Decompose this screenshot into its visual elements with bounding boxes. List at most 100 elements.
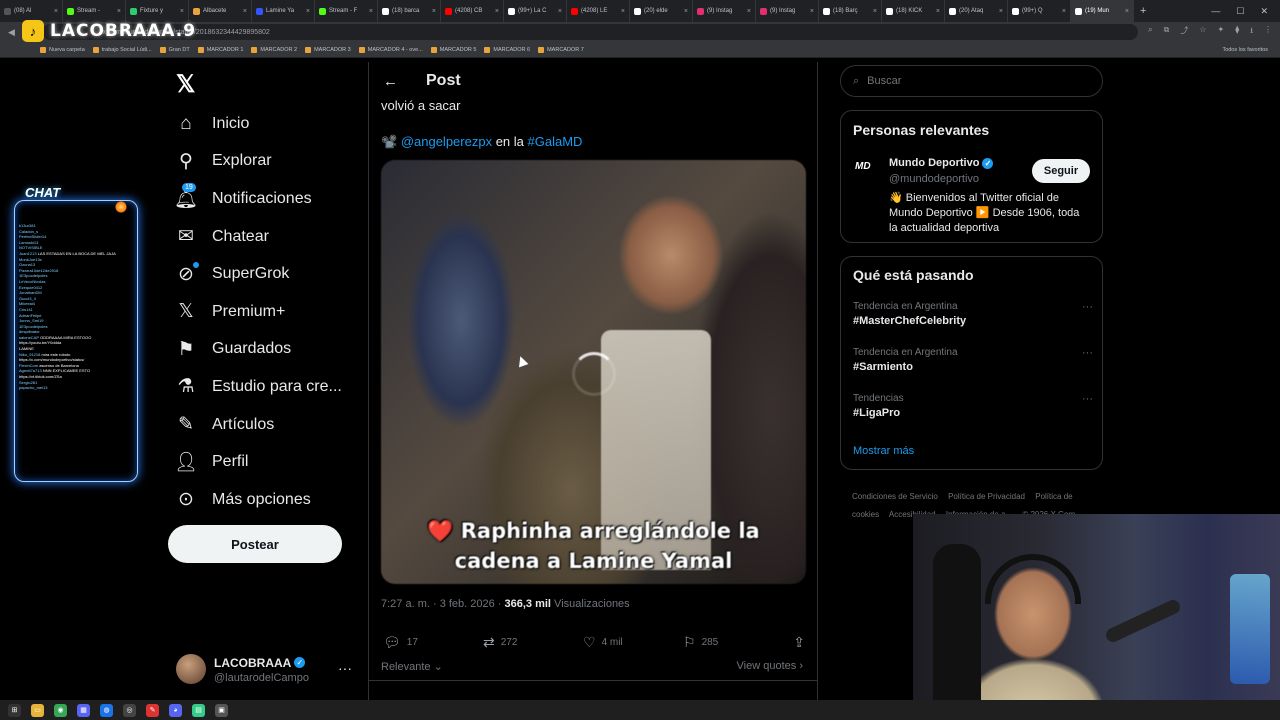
install-icon[interactable]: ⧉ — [1164, 25, 1170, 39]
nav-item-more-circle[interactable]: ⊙ Más opciones — [176, 481, 342, 519]
app-icon[interactable]: ▦ — [77, 703, 90, 717]
account-switcher[interactable]: LACOBRAAA ✓ @lautarodelCampo ··· — [176, 652, 356, 686]
close-icon[interactable]: × — [432, 8, 436, 15]
footer-link[interactable]: Política de Privacidad — [948, 492, 1025, 501]
mention-link[interactable]: @angelperezpx — [401, 134, 492, 149]
editor-icon[interactable]: ✎ — [146, 703, 159, 717]
address-bar[interactable]: x.com/mundodeportivo/status/201863234442… — [42, 24, 1139, 40]
nav-item-article[interactable]: ✎ Artículos — [176, 406, 342, 444]
browser-tab[interactable]: (4208) LE × — [567, 0, 630, 22]
close-icon[interactable]: × — [117, 8, 121, 15]
back-nav-icon[interactable]: ◀ — [8, 27, 15, 38]
view-quotes-link[interactable]: View quotes › — [737, 660, 803, 672]
hashtag-link[interactable]: #GalaMD — [528, 134, 583, 149]
search-input[interactable] — [867, 75, 1068, 87]
close-icon[interactable]: × — [621, 8, 625, 15]
browser-tab[interactable]: (20) elde × — [630, 0, 693, 22]
browser-tab[interactable]: (18) barca × — [378, 0, 441, 22]
bookmark-item[interactable]: trabajo Social Lúdi... — [92, 46, 152, 53]
bookmark-item[interactable]: MARCADOR 5 — [430, 46, 476, 53]
extension-icon[interactable]: ✦ — [1218, 25, 1225, 39]
folder-icon[interactable]: ▭ — [31, 703, 44, 717]
trend-item[interactable]: Tendencia en Argentina #MasterChefCelebri… — [853, 301, 1093, 327]
browser-tab[interactable]: Lamine Ya × — [252, 0, 315, 22]
bookmark-item[interactable]: MARCADOR 1 — [197, 46, 243, 53]
more-icon[interactable]: ··· — [1082, 301, 1093, 313]
close-icon[interactable]: × — [1125, 8, 1129, 15]
nav-item-bookmark[interactable]: ⚑ Guardados — [176, 331, 342, 369]
menu-icon[interactable]: ⋮ — [1264, 25, 1272, 39]
close-icon[interactable]: × — [999, 8, 1003, 15]
nav-item-search[interactable]: ⚲ Explorar — [176, 143, 342, 181]
browser-tab[interactable]: Albacete × — [189, 0, 252, 22]
new-tab-icon[interactable]: + — [1134, 5, 1152, 17]
like-button[interactable]: ♡ 4 mil — [583, 634, 683, 651]
obs-icon[interactable]: ◎ — [123, 703, 136, 717]
close-icon[interactable]: × — [873, 8, 877, 15]
close-icon[interactable]: × — [306, 8, 310, 15]
close-icon[interactable]: × — [936, 8, 940, 15]
back-arrow-icon[interactable]: ← — [383, 73, 398, 90]
close-icon[interactable]: × — [684, 8, 688, 15]
zoom-icon[interactable]: ⌕ — [1148, 25, 1152, 39]
close-icon[interactable]: × — [810, 8, 814, 15]
discord-icon[interactable]: ◕ — [169, 703, 182, 717]
sheet-icon[interactable]: ▤ — [192, 703, 205, 717]
terminal-icon[interactable]: ▣ — [215, 703, 228, 717]
bookmark-item[interactable]: MARCADOR 7 — [538, 46, 584, 53]
nav-item-home[interactable]: ⌂ Inicio — [176, 105, 342, 143]
bookmark-item[interactable]: MARCADOR 2 — [251, 46, 297, 53]
star-icon[interactable]: ☆ — [1199, 25, 1206, 39]
nav-item-x[interactable]: 𝕏 Premium+ — [176, 293, 342, 331]
nav-item-grok[interactable]: ⊘ SuperGrok — [176, 255, 342, 293]
bookmark-item[interactable]: Gran DT — [159, 46, 190, 53]
browser-icon[interactable]: ◍ — [100, 703, 113, 717]
more-icon[interactable]: ··· — [1082, 347, 1093, 359]
chrome-icon[interactable]: ◉ — [54, 703, 67, 717]
browser-tab[interactable]: (18) KICK × — [882, 0, 945, 22]
repost-button[interactable]: ⇄ 272 — [483, 634, 583, 651]
browser-tab[interactable]: (20) Ataq × — [945, 0, 1008, 22]
browser-tab[interactable]: Stream - F × — [315, 0, 378, 22]
minimize-icon[interactable]: — — [1211, 6, 1220, 17]
close-icon[interactable]: × — [180, 8, 184, 15]
close-icon[interactable]: × — [243, 8, 247, 15]
browser-tab[interactable]: Stream - × — [63, 0, 126, 22]
more-icon[interactable]: ··· — [1082, 393, 1093, 405]
mundo-deportivo-logo[interactable]: MD — [855, 161, 871, 172]
browser-tab[interactable]: (4208) CB × — [441, 0, 504, 22]
browser-tab[interactable]: (9) Instag × — [756, 0, 819, 22]
sort-dropdown[interactable]: Relevante ⌄ — [381, 660, 443, 673]
more-icon[interactable]: ··· — [338, 660, 352, 676]
share-button[interactable]: ⇪ — [793, 634, 805, 651]
share-icon[interactable]: ⤴ — [1180, 25, 1188, 39]
browser-tab[interactable]: (08) Al × — [0, 0, 63, 22]
nav-item-mail[interactable]: ✉ Chatear — [176, 218, 342, 256]
post-button[interactable]: Postear — [168, 525, 342, 563]
browser-tab[interactable]: (9) Instag × — [693, 0, 756, 22]
bookmark-item[interactable]: Nueva carpeta — [40, 46, 85, 53]
close-icon[interactable]: × — [1062, 8, 1066, 15]
search-box[interactable]: ⌕ — [840, 65, 1103, 97]
start-icon[interactable]: ⊞ — [8, 703, 21, 717]
footer-link[interactable]: Condiciones de Servicio — [852, 492, 938, 501]
close-window-icon[interactable]: ✕ — [1260, 6, 1268, 17]
close-icon[interactable]: × — [495, 8, 499, 15]
nav-item-flask[interactable]: ⚗ Estudio para cre... — [176, 368, 341, 406]
bookmark-item[interactable]: MARCADOR 3 — [305, 46, 351, 53]
trend-item[interactable]: Tendencias #LigaPro ··· — [853, 393, 1093, 419]
close-icon[interactable]: × — [369, 8, 373, 15]
browser-tab[interactable]: (19) Mun × — [1071, 0, 1134, 22]
relevant-user-name[interactable]: Mundo Deportivo ✓ — [889, 157, 994, 169]
bookmark-button[interactable]: ⚐ 285 — [683, 634, 783, 651]
browser-tab[interactable]: (18) Barç × — [819, 0, 882, 22]
browser-tab[interactable]: (99+) Q × — [1008, 0, 1071, 22]
reply-button[interactable]: 💬︎ 17 — [383, 634, 483, 651]
x-logo-icon[interactable]: 𝕏 — [176, 70, 195, 99]
browser-tab[interactable]: (99+) La C × — [504, 0, 567, 22]
close-icon[interactable]: × — [747, 8, 751, 15]
close-icon[interactable]: × — [54, 8, 58, 15]
nav-item-person[interactable]: 👤︎ Perfil — [174, 443, 342, 481]
follow-button[interactable]: Seguir — [1032, 159, 1090, 183]
bookmark-item[interactable]: MARCADOR 6 — [484, 46, 530, 53]
